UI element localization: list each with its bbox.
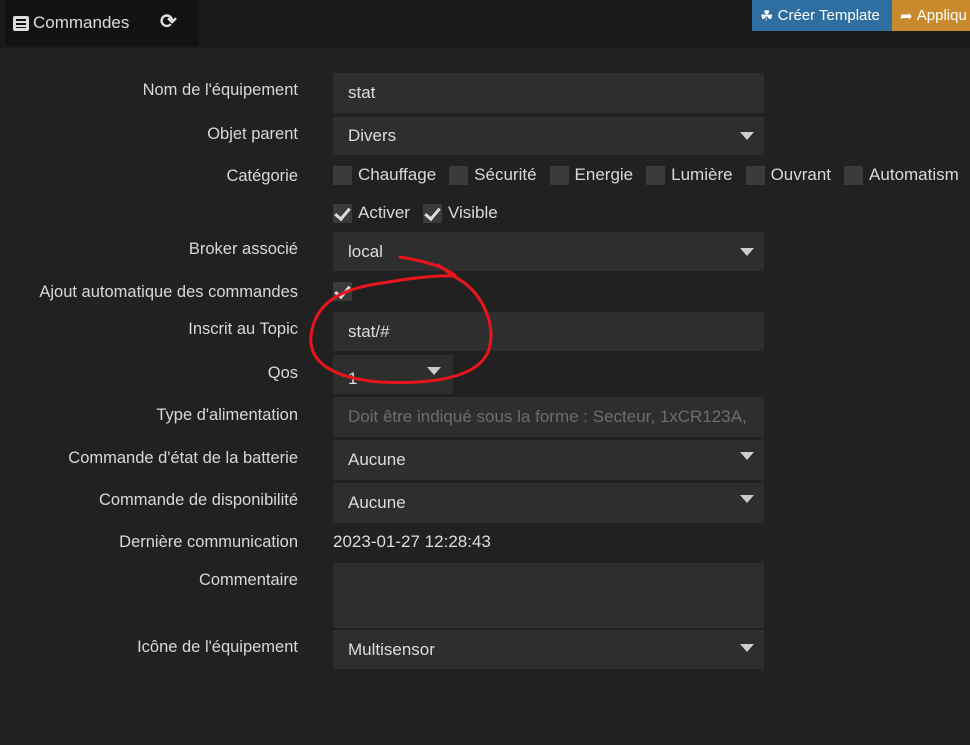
state-checkboxes: Activer Visible (333, 203, 511, 223)
broker-label: Broker associé (188, 240, 298, 258)
topic-label: Inscrit au Topic (188, 320, 298, 338)
category-text: Energie (574, 165, 634, 184)
battery-value: Aucune (348, 450, 406, 469)
last-comm-label: Dernière communication (119, 533, 298, 551)
category-text: Automatism (869, 165, 959, 184)
list-icon (13, 15, 29, 31)
caret-down-icon (740, 452, 754, 460)
power-label: Type d'alimentation (156, 406, 298, 424)
icon-label: Icône de l'équipement (137, 638, 298, 656)
power-placeholder: Doit être indiqué sous la forme : Secteu… (348, 407, 747, 426)
topic-value: stat/# (348, 321, 390, 341)
checkbox-activer[interactable] (333, 203, 352, 223)
icon-value: Multisensor (348, 639, 435, 659)
category-label: Catégorie (226, 167, 298, 185)
availability-select[interactable]: Aucune (333, 483, 764, 523)
qos-value: 1 (348, 368, 358, 388)
caret-down-icon (740, 495, 754, 503)
top-bar: Commandes ⟳ ☘ Créer Template ➦ Appliqu (0, 0, 970, 48)
apply-button[interactable]: ➦ Appliqu (892, 0, 970, 31)
category-text: Sécurité (474, 165, 537, 184)
checkbox-visible[interactable] (422, 203, 442, 223)
battery-select[interactable]: Aucune (333, 440, 764, 480)
apply-label: Appliqu (916, 7, 967, 24)
name-label: Nom de l'équipement (142, 81, 298, 99)
availability-value: Aucune (348, 493, 406, 512)
caret-down-icon (427, 366, 441, 375)
parent-label: Objet parent (207, 125, 298, 143)
refresh-icon[interactable]: ⟳ (160, 9, 177, 34)
caret-down-icon (740, 643, 754, 652)
create-template-label: Créer Template (777, 7, 880, 24)
battery-label: Commande d'état de la batterie (68, 449, 298, 467)
qos-select[interactable]: 1 (333, 355, 453, 394)
name-value: stat (348, 83, 376, 102)
activer-text: Activer (358, 203, 410, 222)
caret-down-icon (740, 247, 754, 256)
category-text: Ouvrant (770, 165, 832, 184)
checkbox-securite[interactable] (449, 165, 469, 185)
broker-select[interactable]: local (333, 232, 764, 271)
broker-value: local (348, 241, 383, 261)
auto-checkbox-row (333, 282, 358, 301)
checkbox-auto-add[interactable] (333, 282, 352, 301)
availability-label: Commande de disponibilité (98, 491, 298, 509)
cubes-icon: ☘ (760, 7, 778, 25)
category-text: Lumière (671, 165, 733, 184)
parent-select[interactable]: Divers (333, 117, 764, 155)
visible-text: Visible (447, 203, 498, 222)
checkbox-ouvrant[interactable] (745, 165, 765, 185)
last-comm-value: 2023-01-27 12:28:43 (333, 532, 491, 551)
power-input[interactable]: Doit être indiqué sous la forme : Secteu… (333, 397, 764, 437)
share-icon: ➦ (900, 7, 917, 25)
comment-textarea[interactable] (333, 563, 764, 628)
parent-value: Divers (348, 126, 397, 145)
checkbox-energie[interactable] (549, 165, 569, 185)
category-checkboxes: Chauffage Sécurité Energie Lumière Ouvra… (333, 165, 970, 185)
icon-select[interactable]: Multisensor (333, 630, 764, 669)
auto-label: Ajout automatique des commandes (39, 283, 298, 301)
category-text: Chauffage (358, 165, 437, 184)
topic-input[interactable]: stat/# (333, 312, 764, 351)
checkbox-lumiere[interactable] (646, 165, 666, 185)
caret-down-icon (740, 132, 754, 140)
comment-label: Commentaire (198, 571, 298, 589)
create-template-button[interactable]: ☘ Créer Template (752, 0, 892, 31)
name-input[interactable]: stat (333, 73, 764, 113)
checkbox-automatisme[interactable] (844, 165, 864, 185)
checkbox-chauffage[interactable] (333, 165, 352, 185)
qos-label: Qos (267, 364, 298, 382)
tab-label: Commandes (33, 13, 130, 32)
